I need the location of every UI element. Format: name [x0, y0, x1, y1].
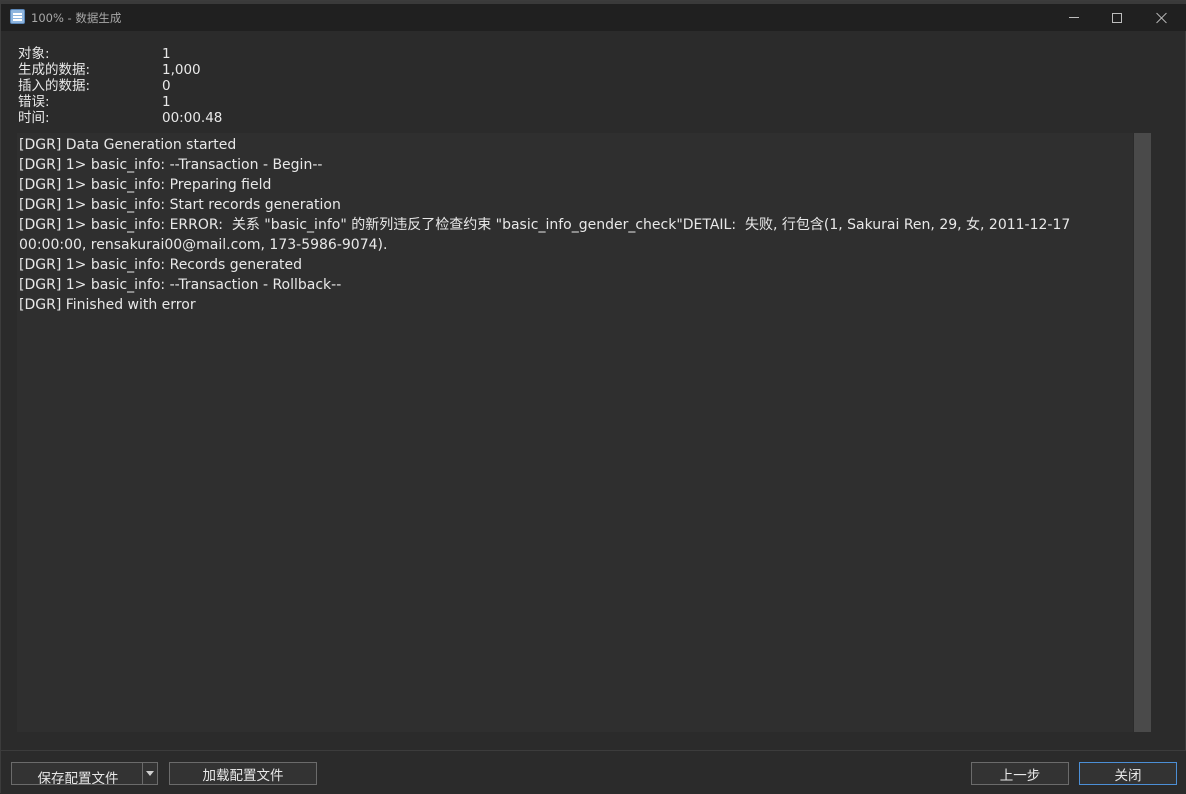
- stat-value: 0: [162, 78, 171, 94]
- window-close-button[interactable]: [1139, 4, 1185, 31]
- database-icon: [10, 9, 25, 24]
- footer-bar: 保存配置文件 加载配置文件 上一步 关闭: [1, 750, 1186, 794]
- log-line: [DGR] 1> basic_info: Preparing field: [19, 177, 272, 193]
- maximize-icon: [1112, 12, 1122, 23]
- log-line: [DGR] 1> basic_info: --Transaction - Rol…: [19, 277, 342, 293]
- stat-label: 生成的数据:: [18, 62, 91, 78]
- chevron-down-icon: [146, 771, 154, 776]
- log-line: [DGR] 1> basic_info: Start records gener…: [19, 197, 341, 213]
- stat-value: 1: [162, 46, 171, 62]
- scrollbar-thumb[interactable]: [1134, 133, 1151, 732]
- maximize-button[interactable]: [1094, 4, 1140, 31]
- stat-inserted: 插入的数据: 0: [18, 78, 418, 94]
- data-generation-window: 100% - 数据生成 对象: 1 生成的数据: 1,000 插入的数据: 0 …: [0, 0, 1186, 794]
- stat-objects: 对象: 1: [18, 46, 418, 62]
- stat-value: 00:00.48: [162, 110, 223, 126]
- stat-errors: 错误: 1: [18, 94, 418, 110]
- title-bar[interactable]: 100% - 数据生成: [1, 4, 1186, 31]
- stat-generated: 生成的数据: 1,000: [18, 62, 418, 78]
- stat-label: 错误:: [18, 94, 50, 110]
- log-line: [DGR] 1> basic_info: ERROR: 关系 "basic_in…: [19, 217, 1075, 253]
- stat-time: 时间: 00:00.48: [18, 110, 418, 126]
- log-line: [DGR] 1> basic_info: Records generated: [19, 257, 303, 273]
- stat-label: 时间:: [18, 110, 50, 126]
- save-config-label: 保存配置文件: [37, 771, 119, 785]
- save-config-dropdown[interactable]: [142, 763, 157, 784]
- log-line: [DGR] Data Generation started: [19, 137, 237, 153]
- log-panel[interactable]: [DGR] Data Generation started [DGR] 1> b…: [17, 133, 1151, 732]
- log-line: [DGR] 1> basic_info: --Transaction - Beg…: [19, 157, 323, 173]
- previous-step-button[interactable]: 上一步: [971, 762, 1069, 785]
- stat-value: 1,000: [162, 62, 201, 78]
- log-scrollbar[interactable]: [1134, 133, 1151, 732]
- minimize-button[interactable]: [1051, 4, 1097, 31]
- log-line: [DGR] Finished with error: [19, 297, 196, 313]
- generation-stats: 对象: 1 生成的数据: 1,000 插入的数据: 0 错误: 1 时间: 00…: [18, 46, 418, 126]
- minimize-icon: [1069, 17, 1079, 18]
- save-config-button[interactable]: 保存配置文件: [11, 762, 158, 785]
- stat-value: 1: [162, 94, 171, 110]
- log-output[interactable]: [DGR] Data Generation started [DGR] 1> b…: [17, 133, 1133, 732]
- window-title: 100% - 数据生成: [31, 11, 122, 25]
- load-config-button[interactable]: 加载配置文件: [169, 762, 317, 785]
- stat-label: 对象:: [18, 46, 50, 62]
- stat-label: 插入的数据:: [18, 78, 91, 94]
- close-button[interactable]: 关闭: [1079, 762, 1177, 785]
- close-icon: [1156, 12, 1168, 24]
